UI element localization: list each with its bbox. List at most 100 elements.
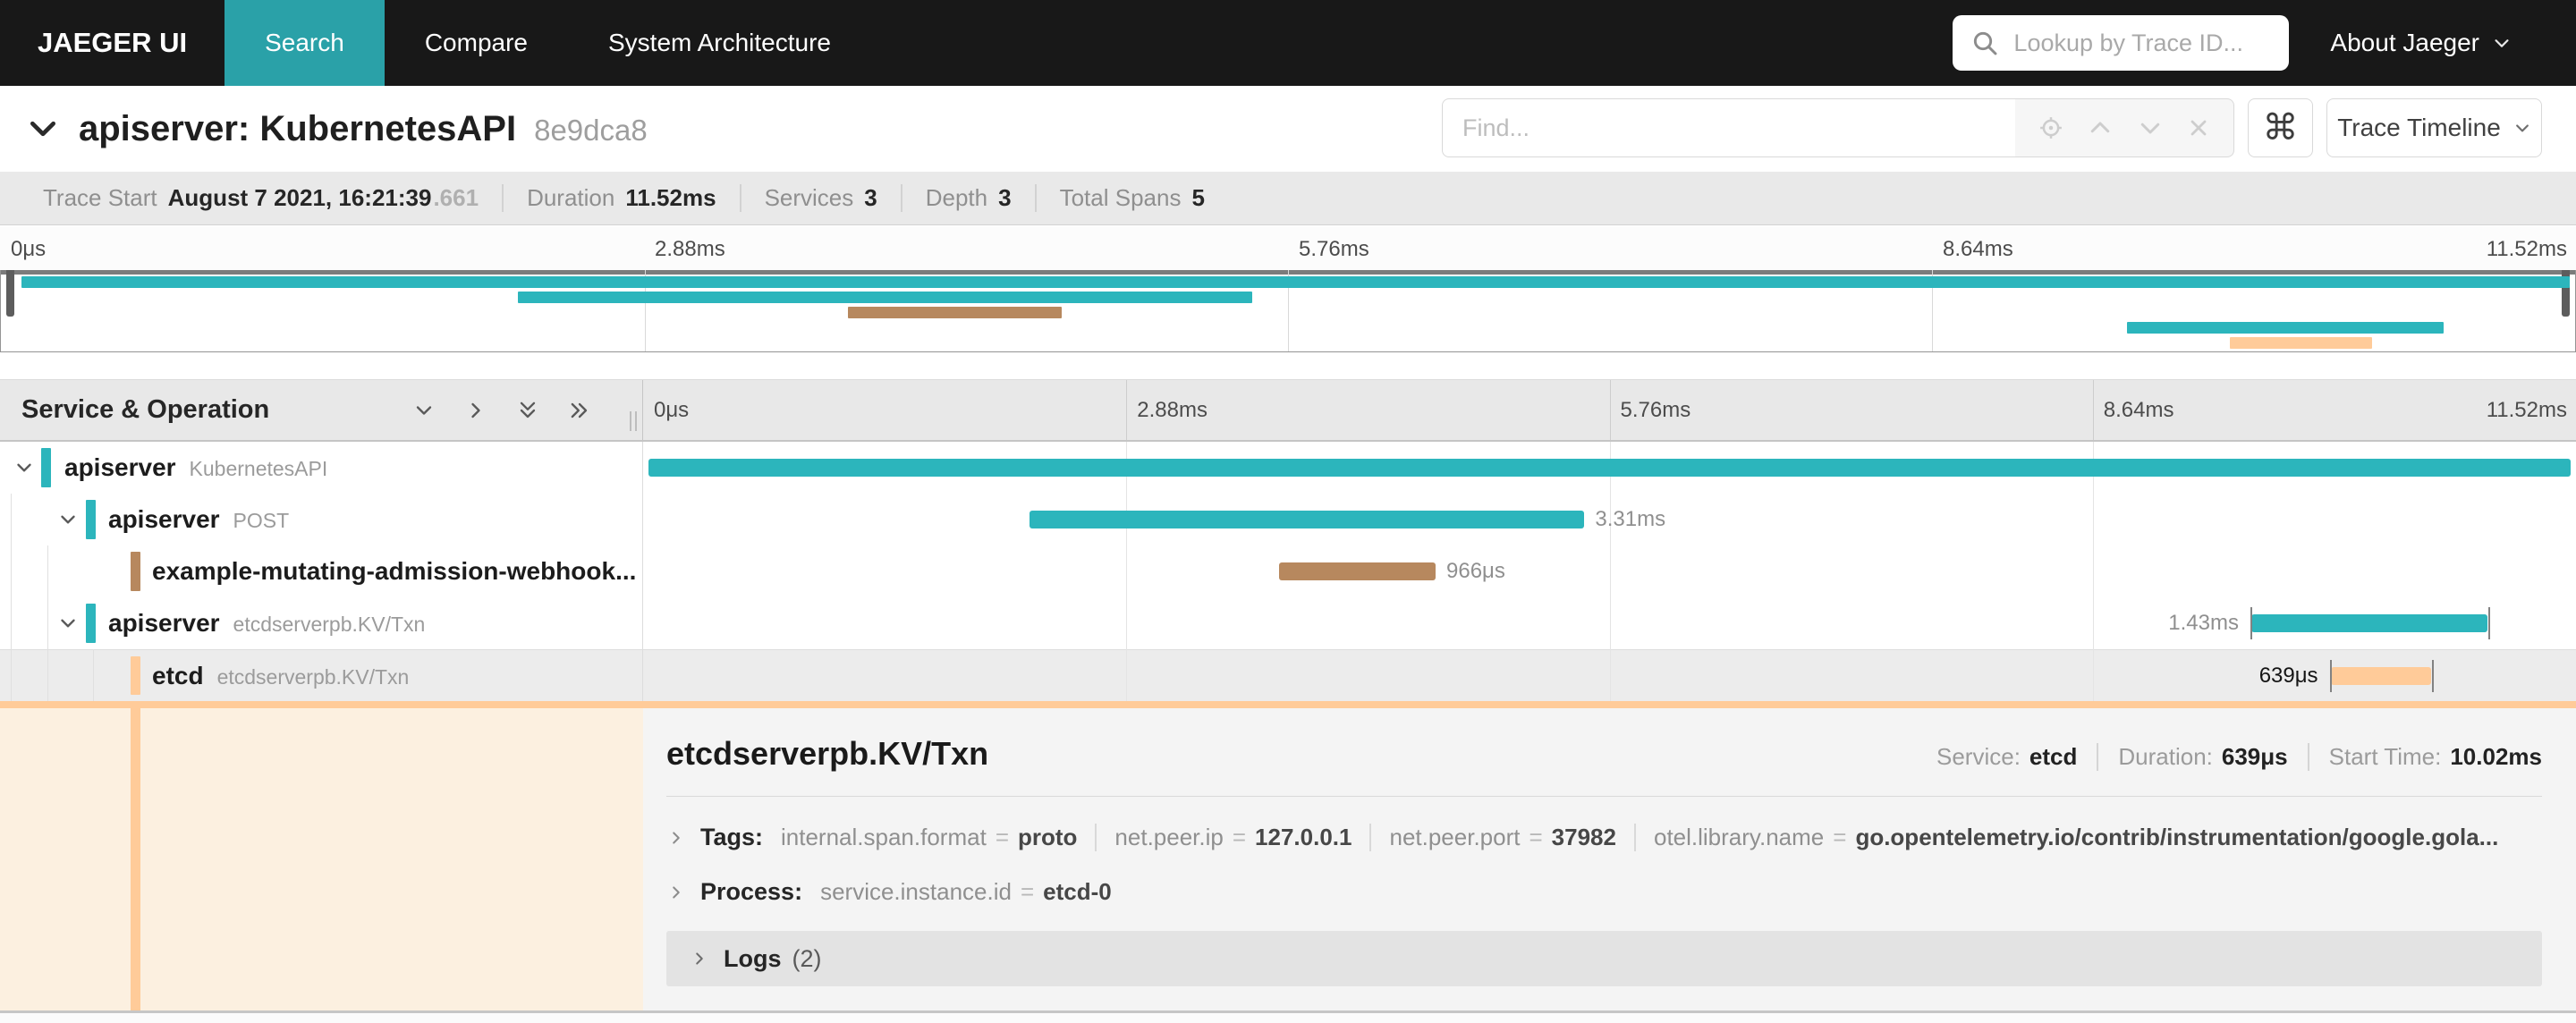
kv-key: service.instance.id [820, 878, 1012, 905]
minimap-left-scrubber[interactable] [6, 270, 14, 317]
kv-value: 127.0.0.1 [1255, 824, 1352, 850]
span-timeline-cell[interactable]: 639μs [643, 650, 2576, 701]
timeline-table-header: Service & Operation 0μs 2.88ms 5.76ms 8.64m… [0, 379, 2576, 442]
trace-summary-bar: Trace Start August 7 2021, 16:21:39.661 Du… [0, 172, 2576, 225]
expand-all-icon[interactable] [567, 398, 592, 423]
span-row-apiserver-etcdserverpb-kv-txn[interactable]: apiserver etcdserverpb.KV/Txn 1.43ms [0, 597, 2576, 649]
span-operation-name: etcdserverpb.KV/Txn [216, 664, 410, 689]
kv-key: net.peer.ip [1114, 824, 1224, 850]
logs-accordion[interactable]: Logs (2) [666, 931, 2542, 986]
span-end-tick [2431, 660, 2434, 692]
span-timeline-cell[interactable]: 1.43ms [643, 597, 2576, 649]
span-duration-bar[interactable] [2250, 614, 2487, 632]
locate-icon[interactable] [2038, 114, 2064, 141]
trace-minimap[interactable] [0, 270, 2576, 352]
process-row[interactable]: Process: service.instance.id = etcd-0 [666, 878, 2542, 906]
clear-find-icon[interactable] [2186, 115, 2211, 140]
find-input[interactable] [1442, 98, 2016, 157]
detail-meta-label: Service: [1936, 743, 2021, 770]
service-operation-header: Service & Operation [21, 395, 270, 424]
span-timeline-cell[interactable] [643, 442, 2576, 494]
nav-tab-search[interactable]: Search [225, 0, 385, 86]
collapse-all-icon[interactable] [515, 398, 540, 423]
trace-title: apiserver: KubernetesAPI [79, 108, 517, 148]
span-duration-bar[interactable] [2330, 667, 2431, 685]
span-color-bar [131, 552, 140, 591]
timeline-ruler: 0μs 2.88ms 5.76ms 8.64ms 11.52ms [643, 380, 2576, 440]
chevron-down-icon[interactable] [56, 612, 80, 635]
summary-trace-start: Trace Start August 7 2021, 16:21:39.661 [20, 184, 502, 212]
span-tree-cell[interactable]: apiserver KubernetesAPI [0, 442, 643, 494]
nav-tabs: Search Compare System Architecture [225, 0, 871, 86]
summary-label: Trace Start [43, 184, 157, 211]
trace-header-bar: apiserver: KubernetesAPI 8e9dca8 ⌘ Trace… [0, 86, 2576, 172]
ruler-tick-label: 0μs [654, 398, 690, 422]
span-tree-cell[interactable]: etcd etcdserverpb.KV/Txn [0, 650, 643, 701]
ruler-tick-label: 0μs [11, 237, 47, 261]
span-row-example-mutating-admission-webhook-span[interactable]: example-mutating-admission-webhook... 966… [0, 545, 2576, 597]
kv-equals: = [1232, 824, 1247, 850]
trace-id-lookup[interactable] [1953, 15, 2290, 71]
span-service-name: apiserver [108, 609, 220, 637]
summary-value: 5 [1191, 184, 1205, 211]
kv-value: etcd-0 [1043, 878, 1112, 905]
minimap-ruler: 0μs 2.88ms 5.76ms 8.64ms 11.52ms [0, 226, 2576, 270]
keyboard-shortcuts-button[interactable]: ⌘ [2248, 98, 2313, 157]
minimap-span-bar [2230, 337, 2372, 349]
span-service-name: etcd [152, 661, 204, 689]
kv-net-peer-port: net.peer.port = 37982 [1369, 824, 1616, 851]
logs-count: (2) [792, 944, 822, 972]
span-duration-bar[interactable] [648, 459, 2571, 477]
find-controls [2015, 98, 2234, 157]
summary-label: Duration [527, 184, 615, 211]
summary-depth: Depth 3 [900, 184, 1035, 212]
span-detail-panel: etcdserverpb.KV/Txn Service: etcd Duration… [643, 708, 2576, 1010]
detail-meta-label: Start Time: [2328, 743, 2442, 770]
find-field[interactable] [1461, 113, 1997, 143]
chevron-right-icon [666, 883, 686, 902]
tags-row[interactable]: Tags: internal.span.format = proto net.peer… [666, 824, 2542, 851]
summary-value: August 7 2021, 16:21:39 [167, 184, 432, 211]
span-tree-cell[interactable]: apiserver etcdserverpb.KV/Txn [0, 597, 643, 649]
logs-label: Logs [724, 944, 782, 972]
tags-list: internal.span.format = proto net.peer.ip = 12… [781, 824, 2498, 851]
span-service-name: apiserver [64, 453, 176, 481]
kv-equals: = [1020, 878, 1035, 905]
span-color-bar [86, 500, 96, 539]
span-duration-bar[interactable] [1030, 511, 1585, 528]
collapse-one-icon[interactable] [411, 398, 436, 423]
nav-tab-compare[interactable]: Compare [385, 0, 568, 86]
chevron-down-icon[interactable] [56, 508, 80, 531]
span-tree-cell[interactable]: example-mutating-admission-webhook... [0, 545, 643, 597]
ruler-tick-label: 2.88ms [655, 237, 725, 261]
next-match-icon[interactable] [2137, 114, 2164, 141]
span-row-apiserver-kubernetesapi[interactable]: apiserver KubernetesAPI [0, 442, 2576, 494]
span-row-etcd-etcdserverpb-kv-txn[interactable]: etcd etcdserverpb.KV/Txn 639μs [0, 649, 2576, 701]
expand-one-icon[interactable] [463, 398, 488, 423]
ruler-tick-label: 5.76ms [1299, 237, 1369, 261]
trace-view-selector[interactable]: Trace Timeline [2326, 98, 2542, 157]
prev-match-icon[interactable] [2087, 114, 2114, 141]
span-duration-bar[interactable] [1278, 562, 1436, 580]
process-list: service.instance.id = etcd-0 [820, 878, 1112, 906]
selected-span-color-bar [131, 708, 140, 1010]
minimap-span-bar [518, 292, 1252, 303]
collapse-trace-chevron-icon[interactable] [25, 111, 61, 147]
column-resizer[interactable] [630, 411, 637, 431]
nav-tab-system-architecture[interactable]: System Architecture [568, 0, 871, 86]
ruler-tick-label: 11.52ms [2486, 237, 2567, 261]
ruler-tick-label: 5.76ms [1620, 398, 1691, 422]
minimap-span-bar [21, 276, 2571, 288]
span-tree-cell[interactable]: apiserver POST [0, 494, 643, 545]
summary-value: 3 [864, 184, 877, 211]
bottom-strip [0, 1013, 2576, 1023]
kv-net-peer-ip: net.peer.ip = 127.0.0.1 [1095, 824, 1352, 851]
summary-value: 3 [998, 184, 1012, 211]
ruler-tick-label: 11.52ms [2486, 398, 2567, 422]
chevron-down-icon[interactable] [13, 456, 36, 479]
span-timeline-cell[interactable]: 3.31ms [643, 494, 2576, 545]
span-timeline-cell[interactable]: 966μs [643, 545, 2576, 597]
about-jaeger-menu[interactable]: About Jaeger [2330, 29, 2512, 57]
trace-id-lookup-input[interactable] [2012, 28, 2283, 58]
span-row-apiserver-post[interactable]: apiserver POST 3.31ms [0, 494, 2576, 545]
